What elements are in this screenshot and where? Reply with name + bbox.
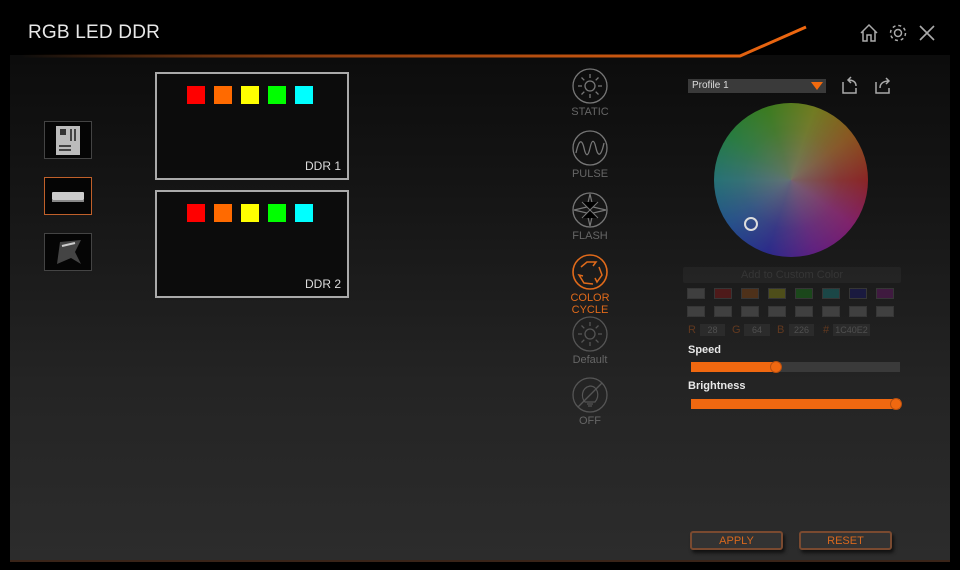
profile-selected: Profile 1 [692, 80, 729, 91]
r-value-field[interactable]: 28 [700, 324, 725, 336]
preset-color-swatch[interactable] [687, 288, 705, 299]
preset-color-swatch[interactable] [768, 288, 786, 299]
b-value-field[interactable]: 226 [789, 324, 814, 336]
custom-color-swatch[interactable] [822, 306, 840, 317]
device-tab-motherboard[interactable] [44, 121, 92, 159]
preset-color-swatch[interactable] [741, 288, 759, 299]
home-icon [860, 23, 878, 42]
bulb-off-icon [572, 377, 608, 413]
speed-label: Speed [688, 344, 722, 356]
ddr-label: DDR 1 [304, 159, 341, 173]
home-button[interactable] [858, 22, 880, 44]
brightness-slider-fill [691, 399, 900, 409]
r-label: R [688, 324, 696, 336]
reset-button[interactable]: RESET [799, 531, 892, 550]
led-zone[interactable] [295, 204, 313, 222]
app-title: RGB LED DDR [28, 22, 161, 43]
preset-color-swatch[interactable] [714, 288, 732, 299]
speed-slider-fill [691, 362, 775, 372]
led-zone[interactable] [187, 86, 205, 104]
hex-label: # [823, 324, 830, 336]
custom-color-swatch[interactable] [876, 306, 894, 317]
mode-label: OFF [579, 415, 601, 427]
ddr-label: DDR 2 [304, 277, 341, 291]
b-label: B [777, 324, 785, 336]
custom-color-swatch[interactable] [714, 306, 732, 317]
led-zone[interactable] [241, 204, 259, 222]
mode-static[interactable]: STATIC [565, 67, 615, 118]
import-profile-icon [842, 76, 857, 94]
custom-color-swatch[interactable] [687, 306, 705, 317]
settings-button[interactable] [887, 22, 909, 44]
device-tab-gpu[interactable] [44, 233, 92, 271]
mode-default[interactable]: Default [565, 315, 615, 366]
sun-icon [572, 316, 608, 352]
preset-color-swatch[interactable] [849, 288, 867, 299]
preset-color-swatch[interactable] [876, 288, 894, 299]
profile-dropdown[interactable]: Profile 1 [688, 79, 826, 93]
motherboard-icon [56, 126, 80, 155]
g-label: G [732, 324, 741, 336]
gpu-icon [57, 240, 81, 264]
led-zone[interactable] [187, 204, 205, 222]
close-button[interactable] [916, 22, 938, 44]
hex-value-field[interactable]: 1C40E2 [833, 324, 870, 336]
memory-stick-icon [52, 192, 84, 202]
preset-color-swatch[interactable] [822, 288, 840, 299]
led-zone[interactable] [214, 204, 232, 222]
mode-flash[interactable]: FLASH [565, 191, 615, 242]
mode-off[interactable]: OFF [565, 376, 615, 427]
bottom-border [10, 560, 950, 562]
mode-label: COLOR CYCLE [570, 292, 610, 316]
mode-color-cycle[interactable]: COLOR CYCLE [565, 253, 615, 316]
custom-color-swatch[interactable] [795, 306, 813, 317]
custom-color-swatch[interactable] [741, 306, 759, 317]
wave-icon [572, 130, 608, 166]
sun-icon [572, 68, 608, 104]
dropdown-arrow-icon [811, 82, 823, 90]
preset-color-swatch[interactable] [795, 288, 813, 299]
speed-slider-handle[interactable] [769, 361, 782, 373]
custom-color-swatch[interactable] [768, 306, 786, 317]
brightness-slider-handle[interactable] [890, 398, 902, 410]
speed-slider[interactable] [691, 361, 900, 373]
import-profile-button[interactable] [839, 74, 861, 96]
led-zone[interactable] [268, 204, 286, 222]
ddr-module-1[interactable]: DDR 1 [155, 72, 349, 180]
led-zone[interactable] [268, 86, 286, 104]
star-flash-icon [572, 192, 608, 228]
cycle-arrows-icon [572, 254, 608, 290]
color-wheel[interactable] [714, 103, 868, 257]
mode-pulse[interactable]: PULSE [565, 129, 615, 180]
brightness-label: Brightness [688, 380, 746, 392]
brightness-slider[interactable] [691, 398, 902, 410]
led-zone[interactable] [241, 86, 259, 104]
apply-button[interactable]: APPLY [690, 531, 783, 550]
mode-label: FLASH [572, 230, 608, 242]
device-tab-ddr[interactable] [44, 177, 92, 215]
mode-label: Default [572, 354, 608, 366]
color-wheel-picker[interactable] [744, 217, 758, 231]
ddr-module-2[interactable]: DDR 2 [155, 190, 349, 298]
g-value-field[interactable]: 64 [744, 324, 770, 336]
export-profile-icon [875, 77, 891, 94]
mode-label: PULSE [571, 168, 609, 180]
led-zone[interactable] [214, 86, 232, 104]
gear-icon [889, 24, 907, 42]
close-icon [919, 25, 935, 41]
led-zone[interactable] [295, 86, 313, 104]
export-profile-button[interactable] [872, 74, 894, 96]
custom-color-swatch[interactable] [849, 306, 867, 317]
add-custom-color-button[interactable]: Add to Custom Color [683, 267, 901, 283]
mode-label: STATIC [571, 106, 609, 118]
